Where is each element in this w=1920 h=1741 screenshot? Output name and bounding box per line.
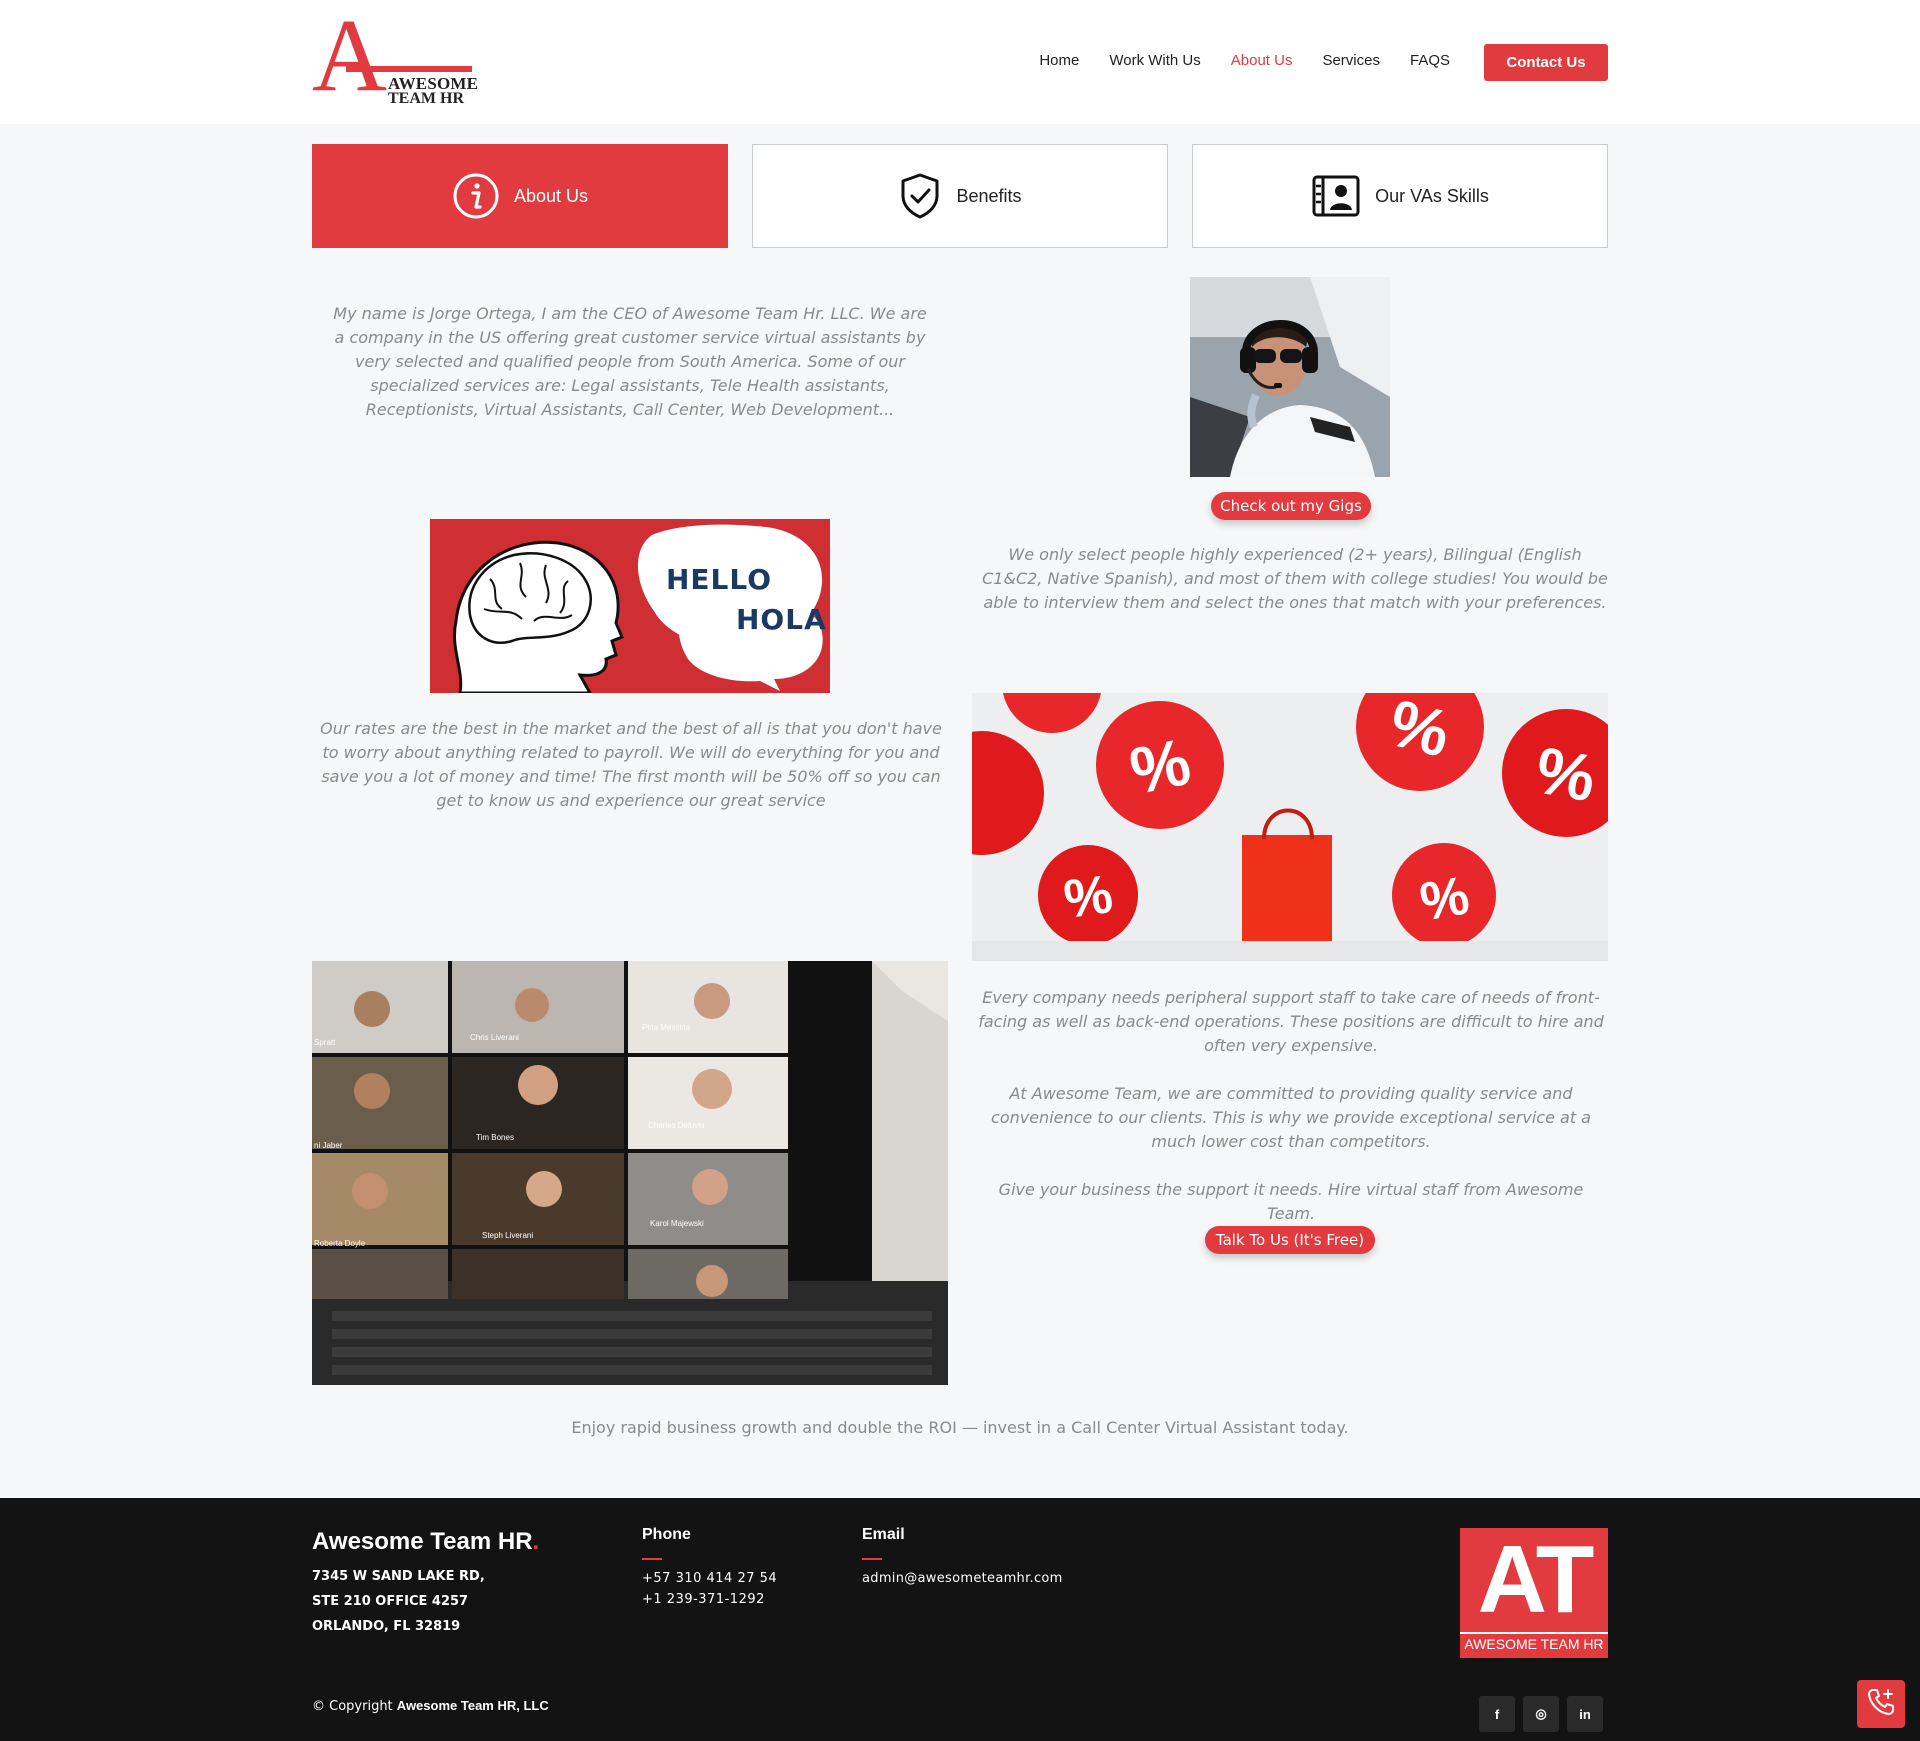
video-call-photo: Spratt Chris Liverani Pina Messina ni Ja… xyxy=(312,961,948,1385)
phone-number[interactable]: +57 310 414 27 54 xyxy=(642,1568,777,1589)
select-paragraph: We only select people highly experienced… xyxy=(982,545,1608,612)
check-gigs-button[interactable]: Check out my Gigs xyxy=(1211,492,1371,520)
nav-work-with-us[interactable]: Work With Us xyxy=(1109,52,1200,69)
nav-home[interactable]: Home xyxy=(1039,52,1079,69)
site-header: A AWESOME TEAM HR Home Work With Us Abou… xyxy=(0,0,1920,124)
phone-heading: Phone xyxy=(642,1526,691,1543)
main-nav: Home Work With Us About Us Services FAQS xyxy=(1039,52,1450,69)
tab-label: About Us xyxy=(513,185,589,206)
support-paragraph: Every company needs peripheral support s… xyxy=(978,988,1604,1055)
discount-balloons-image: % % % % % xyxy=(972,693,1608,961)
committed-paragraph: At Awesome Team, we are committed to pro… xyxy=(991,1084,1591,1151)
logo-bar xyxy=(346,66,472,72)
svg-text:%: % xyxy=(1416,865,1474,932)
site-footer: Awesome Team HR. 7345 W SAND LAKE RD, ST… xyxy=(0,1498,1920,1741)
phone-list: +57 310 414 27 54 +1 239-371-1292 xyxy=(642,1568,777,1610)
svg-text:%: % xyxy=(1060,864,1116,930)
nav-about-us[interactable]: About Us xyxy=(1231,52,1293,69)
hello-text: HELLO xyxy=(666,563,773,596)
hello-hola-image: HELLO HOLA xyxy=(430,519,830,693)
roi-tagline: Enjoy rapid business growth and double t… xyxy=(571,1418,1349,1437)
call-button[interactable] xyxy=(1857,1680,1905,1728)
footer-address: 7345 W SAND LAKE RD, STE 210 OFFICE 4257… xyxy=(312,1564,485,1639)
contact-us-button[interactable]: Contact Us xyxy=(1484,44,1608,81)
intro-paragraph: My name is Jorge Ortega, I am the CEO of… xyxy=(333,304,927,419)
footer-logo: AT AWESOME TEAM HR xyxy=(1460,1528,1608,1658)
video-name-label: Spratt xyxy=(314,1038,336,1047)
video-name-label: Steph Liverani xyxy=(482,1231,534,1240)
tab-about-us[interactable]: About Us xyxy=(312,144,728,248)
nav-faqs[interactable]: FAQS xyxy=(1410,52,1450,69)
phone-heading-underline xyxy=(642,1558,662,1560)
give-support-paragraph: Give your business the support it needs.… xyxy=(998,1180,1584,1223)
hola-text: HOLA xyxy=(736,603,827,636)
facebook-icon[interactable]: f xyxy=(1479,1696,1515,1732)
copyright: © Copyright Awesome Team HR, LLC xyxy=(312,1698,549,1714)
footer-brand-name: Awesome Team HR xyxy=(312,1528,533,1555)
video-name-label: Roberta Doyle xyxy=(314,1239,366,1248)
video-name-label: Karol Majewski xyxy=(650,1219,704,1228)
tab-our-vas-skills[interactable]: Our VAs Skills xyxy=(1192,144,1608,248)
video-name-label: Chris Liverani xyxy=(470,1033,519,1042)
video-name-label: ni Jaber xyxy=(314,1141,343,1150)
nav-services[interactable]: Services xyxy=(1322,52,1380,69)
logo-letter: A xyxy=(312,0,388,113)
footer-logo-letters: AT xyxy=(1477,1526,1595,1633)
footer-brand: Awesome Team HR. xyxy=(312,1528,539,1556)
tab-label: Our VAs Skills xyxy=(1375,185,1489,206)
profile-card-icon xyxy=(1311,174,1361,218)
email-address[interactable]: admin@awesometeamhr.com xyxy=(862,1568,1063,1589)
email-heading-underline xyxy=(862,1558,882,1560)
footer-logo-separator xyxy=(1460,1632,1608,1634)
video-name-label: Tim Bones xyxy=(476,1133,514,1142)
video-name-label: Charles Deluvio xyxy=(648,1121,705,1130)
rates-paragraph: Our rates are the best in the market and… xyxy=(320,719,942,810)
copyright-company: Awesome Team HR, LLC xyxy=(396,1698,549,1713)
phone-plus-icon xyxy=(1866,1687,1896,1721)
ceo-photo xyxy=(1190,277,1390,477)
footer-logo-text: AWESOME TEAM HR xyxy=(1464,1636,1604,1652)
talk-to-us-button[interactable]: Talk To Us (It's Free) xyxy=(1205,1226,1375,1254)
address-line: ORLANDO, FL 32819 xyxy=(312,1619,461,1634)
shield-check-icon xyxy=(898,172,942,220)
copyright-prefix: © Copyright xyxy=(312,1699,393,1714)
email-heading: Email xyxy=(862,1526,905,1543)
phone-number[interactable]: +1 239-371-1292 xyxy=(642,1589,777,1610)
footer-brand-dot: . xyxy=(532,1528,540,1555)
address-line: STE 210 OFFICE 4257 xyxy=(312,1594,469,1609)
linkedin-icon[interactable]: in xyxy=(1567,1696,1603,1732)
brand-logo[interactable]: A AWESOME TEAM HR xyxy=(312,4,478,108)
tab-benefits[interactable]: Benefits xyxy=(752,144,1168,248)
info-icon xyxy=(452,172,500,220)
address-line: 7345 W SAND LAKE RD, xyxy=(312,1569,485,1584)
logo-line-2: TEAM HR xyxy=(388,90,464,107)
video-name-label: Pina Messina xyxy=(642,1023,691,1032)
instagram-icon[interactable]: ◎ xyxy=(1523,1696,1559,1732)
tab-label: Benefits xyxy=(956,185,1022,206)
